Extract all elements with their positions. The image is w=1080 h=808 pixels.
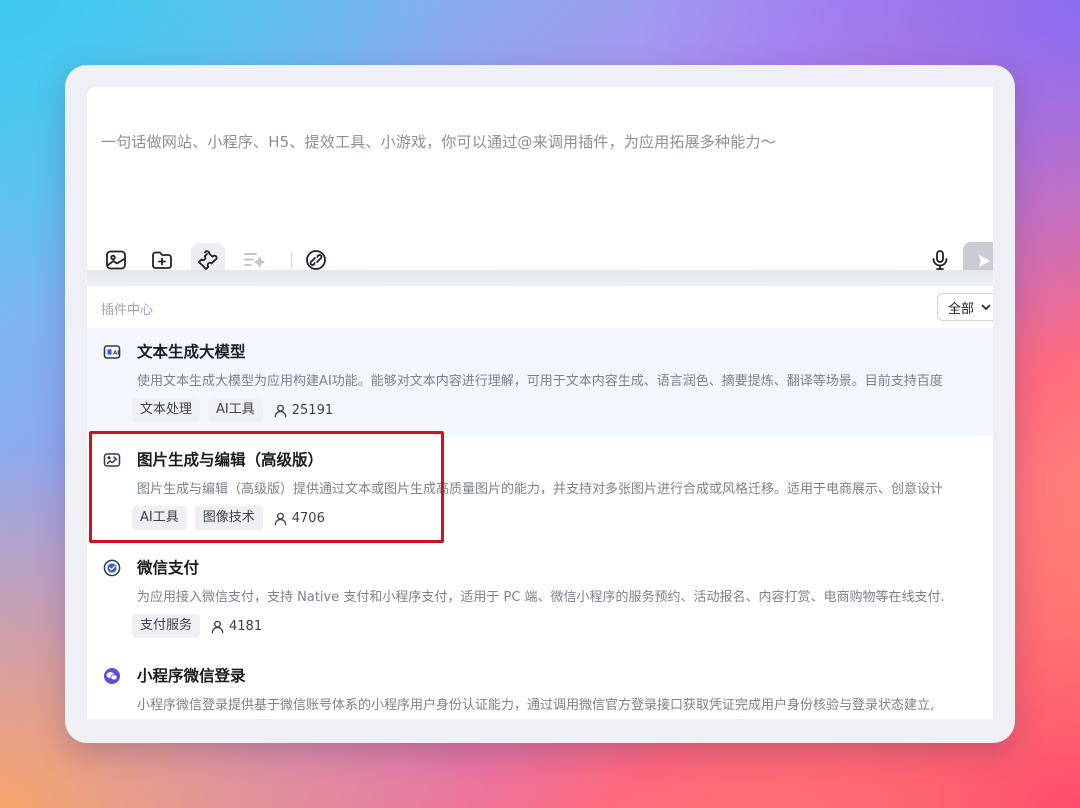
plugin-user-count: 25191 bbox=[273, 403, 333, 418]
plugin-name: 小程序微信登录 bbox=[137, 667, 246, 685]
prompt-placeholder[interactable]: 一句话做网站、小程序、H5、提效工具、小游戏，你可以通过@来调用插件，为应用拓展… bbox=[101, 131, 776, 152]
image-upload-icon bbox=[106, 250, 126, 270]
filter-selected-value: 全部 bbox=[948, 301, 975, 317]
plugin-item[interactable]: 小程序微信登录 小程序微信登录提供基于微信账号体系的小程序用户身份认证能力，通过… bbox=[87, 652, 993, 719]
app-window: 一句话做网站、小程序、H5、提效工具、小游戏，你可以通过@来调用插件，为应用拓展… bbox=[65, 65, 1015, 743]
plugin-center-title: 插件中心 bbox=[101, 303, 154, 318]
plugin-user-count: 4181 bbox=[210, 619, 262, 634]
plugin-description: 使用文本生成大模型为应用构建AI功能。能够对文本内容进行理解，可用于文本内容生成… bbox=[137, 374, 943, 389]
plugin-name: 文本生成大模型 bbox=[137, 343, 246, 361]
plugin-center-header: 插件中心 全部 bbox=[87, 286, 993, 328]
plugin-description: 为应用接入微信支付，支持 Native 支付和小程序支付，适用于 PC 端、微信… bbox=[137, 590, 945, 605]
user-icon bbox=[211, 620, 224, 633]
wechat-pay-icon bbox=[103, 559, 121, 577]
svg-text:AI: AI bbox=[113, 351, 119, 357]
plugin-tag: 支付服务 bbox=[132, 614, 201, 638]
link-icon bbox=[306, 250, 326, 270]
plugin-tags: 支付服务 4181 bbox=[132, 614, 262, 638]
plugin-puzzle-icon bbox=[198, 250, 218, 270]
panel-divider bbox=[87, 270, 993, 286]
plugin-tag: AI工具 bbox=[208, 398, 263, 422]
chevron-down-icon bbox=[981, 304, 991, 310]
user-icon bbox=[274, 404, 287, 417]
plugin-description: 小程序微信登录提供基于微信账号体系的小程序用户身份认证能力，通过调用微信官方登录… bbox=[137, 698, 935, 713]
prompt-enhance-icon bbox=[244, 253, 265, 267]
plugin-item[interactable]: 微信支付 为应用接入微信支付，支持 Native 支付和小程序支付，适用于 PC… bbox=[87, 544, 993, 652]
wechat-login-icon bbox=[104, 668, 120, 684]
send-icon bbox=[978, 254, 991, 268]
user-count-value: 25191 bbox=[291, 402, 334, 418]
plugin-item[interactable]: AI 文本生成大模型 使用文本生成大模型为应用构建AI功能。能够对文本内容进行理… bbox=[87, 328, 993, 436]
plugin-tag: 文本处理 bbox=[132, 398, 201, 422]
prompt-input-panel[interactable]: 一句话做网站、小程序、H5、提效工具、小游戏，你可以通过@来调用插件，为应用拓展… bbox=[87, 87, 993, 277]
folder-add-icon bbox=[152, 251, 172, 269]
plugin-filter-select[interactable]: 全部 bbox=[937, 293, 993, 321]
plugin-name: 微信支付 bbox=[137, 559, 200, 577]
microphone-icon bbox=[932, 250, 948, 270]
plugin-tags: 文本处理 AI工具 25191 bbox=[132, 398, 333, 422]
highlight-box bbox=[89, 431, 444, 543]
user-count-value: 4181 bbox=[229, 618, 263, 634]
toolbar-divider bbox=[291, 251, 292, 269]
text-model-icon: AI bbox=[103, 345, 121, 359]
